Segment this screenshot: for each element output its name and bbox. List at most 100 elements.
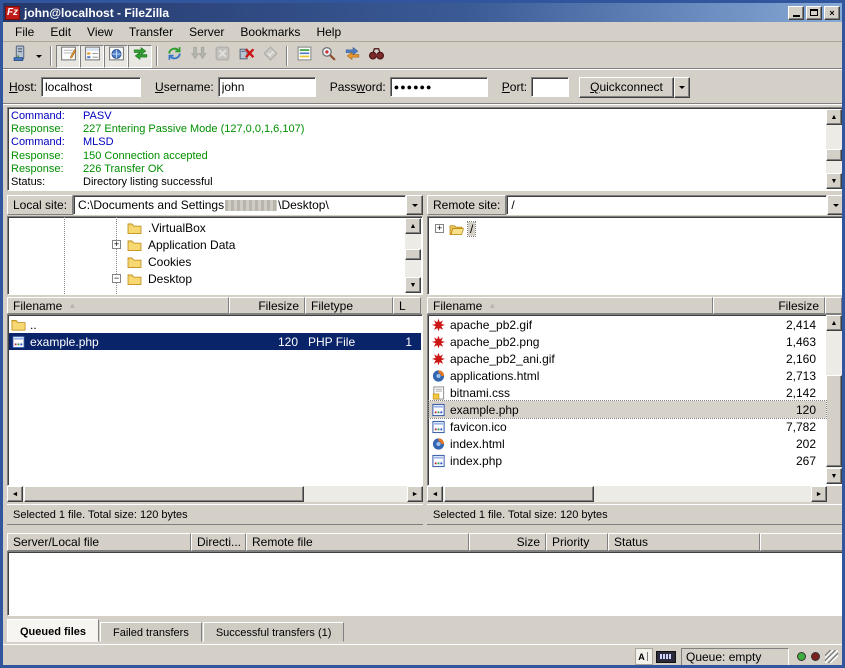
directory-filters-button[interactable]	[292, 45, 316, 68]
local-file-list[interactable]: ..example.php120PHP File1	[7, 314, 423, 486]
remote-directory-tree[interactable]: +/	[427, 216, 844, 295]
queue-column-size[interactable]: Size	[469, 533, 546, 551]
file-row[interactable]: favicon.ico7,782	[429, 418, 826, 435]
file-row[interactable]: apache_pb2.gif2,414	[429, 316, 826, 333]
local-tree-scrollbar[interactable]: ▲ ▼	[405, 218, 421, 293]
queue-column-serverlocalfile[interactable]: Server/Local file	[7, 533, 191, 551]
cancel-operation-button[interactable]	[210, 45, 234, 68]
site-manager-button[interactable]	[7, 45, 31, 68]
folder-icon	[127, 239, 142, 252]
column-header-filename[interactable]: Filename▲	[427, 297, 713, 314]
password-input[interactable]	[390, 77, 488, 97]
local-path-combo[interactable]: C:\Documents and Settings\Desktop\	[73, 195, 406, 215]
scroll-up-icon[interactable]: ▲	[826, 315, 842, 331]
title-bar[interactable]: Fz john@localhost - FileZilla ×	[3, 3, 842, 22]
file-row[interactable]: ..	[9, 316, 421, 333]
remote-file-list[interactable]: ▲ ▼ apache_pb2.gif2,414apache_pb2.png1,4…	[427, 314, 844, 486]
local-path-dropdown-button[interactable]	[406, 195, 423, 215]
remote-path-combo[interactable]: /	[506, 195, 827, 215]
host-input[interactable]	[41, 77, 141, 97]
menu-item-server[interactable]: Server	[181, 23, 232, 41]
close-button[interactable]: ×	[824, 6, 840, 20]
remote-list-scrollbar[interactable]: ▲ ▼	[826, 315, 842, 484]
message-log-scrollbar[interactable]: ▲ ▼	[826, 109, 842, 189]
filezilla-app-icon[interactable]: Fz	[5, 6, 20, 20]
queue-column-priority[interactable]: Priority	[546, 533, 608, 551]
file-row[interactable]: bitnami.css2,142	[429, 384, 826, 401]
collapse-icon[interactable]: −	[112, 274, 121, 283]
file-row[interactable]: apache_pb2_ani.gif2,160	[429, 350, 826, 367]
tree-item[interactable]: Cookies	[127, 254, 193, 270]
queue-column-remotefile[interactable]: Remote file	[246, 533, 469, 551]
local-treeview-toggle-button[interactable]	[80, 45, 104, 68]
column-header-filename[interactable]: Filename▲	[7, 297, 229, 314]
local-directory-tree[interactable]: ▲ ▼ .VirtualBox + Application DataCookies−…	[7, 216, 423, 295]
queue-column-status[interactable]: Status	[608, 533, 760, 551]
transfer-queue-list[interactable]	[7, 551, 844, 616]
file-row[interactable]: example.php120	[429, 401, 826, 418]
reconnect-button[interactable]	[258, 45, 282, 68]
scroll-left-icon[interactable]: ◄	[427, 486, 443, 502]
scroll-up-icon[interactable]: ▲	[405, 218, 421, 234]
menu-item-view[interactable]: View	[79, 23, 121, 41]
file-row[interactable]: apache_pb2.png1,463	[429, 333, 826, 350]
tree-item[interactable]: .VirtualBox	[127, 220, 208, 236]
quickconnect-button[interactable]: Quickconnect	[579, 77, 674, 98]
column-header-filesize[interactable]: Filesize	[229, 297, 305, 314]
expand-icon[interactable]: +	[112, 240, 121, 249]
column-header-l[interactable]: L	[393, 297, 421, 314]
username-input[interactable]	[218, 77, 316, 97]
remote-path-dropdown-button[interactable]	[827, 195, 844, 215]
menu-item-bookmarks[interactable]: Bookmarks	[232, 23, 308, 41]
file-row[interactable]: index.php267	[429, 452, 826, 469]
tab-queued-files[interactable]: Queued files	[7, 619, 99, 642]
scroll-right-icon[interactable]: ►	[811, 486, 827, 502]
tree-item-label: /	[468, 222, 475, 236]
scroll-left-icon[interactable]: ◄	[7, 486, 23, 502]
scroll-right-icon[interactable]: ►	[407, 486, 423, 502]
synchronized-browsing-button[interactable]	[340, 45, 364, 68]
remote-list-hscrollbar[interactable]: ◄ ►	[427, 486, 827, 502]
resize-grip[interactable]	[825, 650, 838, 663]
disconnect-button[interactable]	[234, 45, 258, 68]
column-header-filesize[interactable]: Filesize	[713, 297, 825, 314]
scrollbar-thumb[interactable]	[24, 486, 304, 502]
directory-comparison-button[interactable]	[316, 45, 340, 68]
css-icon	[431, 386, 447, 400]
site-manager-dropdown-button[interactable]	[31, 45, 46, 68]
scrollbar-thumb[interactable]	[826, 375, 842, 467]
scroll-down-icon[interactable]: ▼	[826, 468, 842, 484]
minimize-button[interactable]	[788, 6, 804, 20]
find-files-button[interactable]	[364, 45, 388, 68]
column-header-filetype[interactable]: Filetype	[305, 297, 393, 314]
menu-item-help[interactable]: Help	[308, 23, 349, 41]
maximize-button[interactable]	[806, 6, 822, 20]
menu-item-edit[interactable]: Edit	[42, 23, 79, 41]
scroll-down-icon[interactable]: ▼	[405, 277, 421, 293]
scroll-down-icon[interactable]: ▼	[826, 173, 842, 189]
queue-column-directi[interactable]: Directi...	[191, 533, 246, 551]
scrollbar-thumb[interactable]	[405, 249, 421, 260]
message-log-toggle-button[interactable]	[56, 45, 80, 68]
tree-item[interactable]: Application Data	[127, 237, 237, 253]
scroll-up-icon[interactable]: ▲	[826, 109, 842, 125]
menu-item-transfer[interactable]: Transfer	[121, 23, 181, 41]
refresh-button[interactable]	[162, 45, 186, 68]
file-row[interactable]: index.html202	[429, 435, 826, 452]
remote-treeview-toggle-button[interactable]	[104, 45, 128, 68]
tab-failed-transfers[interactable]: Failed transfers	[100, 622, 202, 642]
transfer-queue-toggle-button[interactable]	[128, 45, 152, 68]
tree-item[interactable]: /	[449, 221, 475, 237]
local-list-hscrollbar[interactable]: ◄ ►	[7, 486, 423, 502]
file-row[interactable]: example.php120PHP File1	[9, 333, 421, 350]
port-input[interactable]	[531, 77, 569, 97]
quickconnect-dropdown-button[interactable]	[674, 77, 690, 98]
expand-icon[interactable]: +	[435, 224, 444, 233]
scrollbar-thumb[interactable]	[826, 149, 842, 161]
tree-item[interactable]: Desktop	[127, 271, 194, 287]
process-queue-button[interactable]	[186, 45, 210, 68]
scrollbar-thumb[interactable]	[444, 486, 594, 502]
tab-successful-transfers-1-[interactable]: Successful transfers (1)	[203, 622, 345, 642]
menu-item-file[interactable]: File	[7, 23, 42, 41]
file-row[interactable]: applications.html2,713	[429, 367, 826, 384]
